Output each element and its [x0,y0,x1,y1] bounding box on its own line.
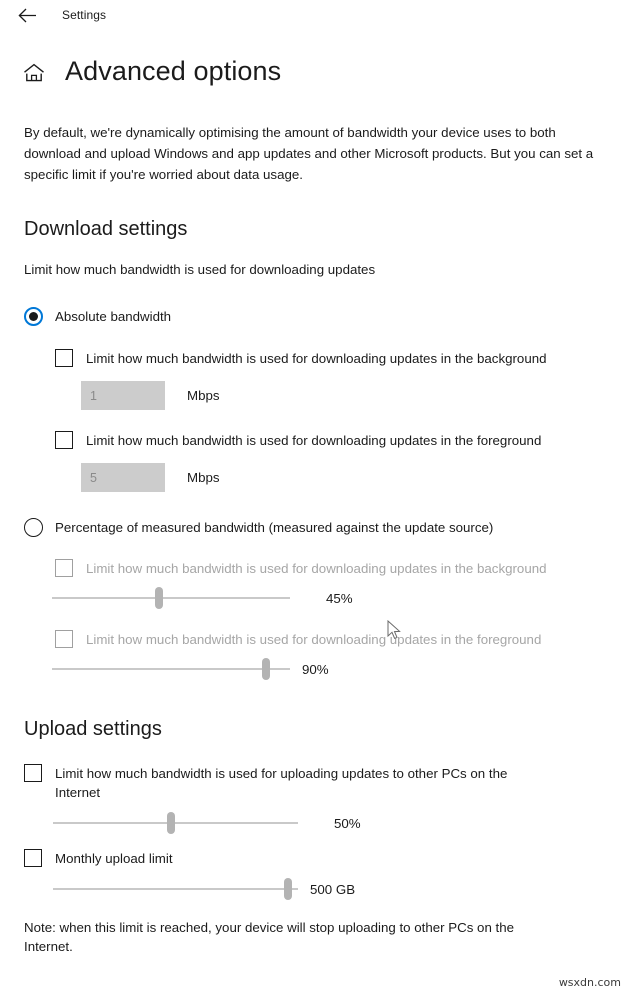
slider-track [52,597,290,599]
checkbox-unchecked-icon [24,764,42,782]
window-title: Settings [62,8,107,22]
settings-content: By default, we're dynamically optimising… [0,122,629,956]
upload-limit-note: Note: when this limit is reached, your d… [24,920,515,954]
slider-thumb[interactable] [155,587,164,609]
page-header: Advanced options [0,51,629,91]
radio-percentage-bandwidth-label: Percentage of measured bandwidth (measur… [55,519,494,535]
slider-upload-internet-value: 50% [334,815,361,831]
checkbox-percentage-foreground[interactable]: Limit how much bandwidth is used for dow… [55,630,605,649]
slider-percentage-background[interactable] [52,585,290,611]
absolute-background-input-row: Mbps [81,381,605,410]
slider-thumb[interactable] [166,812,175,834]
absolute-foreground-input-row: Mbps [81,463,605,492]
radio-selected-icon [24,307,43,326]
checkbox-upload-internet-limit[interactable]: Limit how much bandwidth is used for upl… [24,764,605,802]
slider-percentage-background-value: 45% [326,590,353,606]
checkbox-percentage-background-label: Limit how much bandwidth is used for dow… [86,561,547,576]
checkbox-absolute-foreground-label: Limit how much bandwidth is used for dow… [86,433,542,448]
slider-monthly-upload-value: 500 GB [310,881,356,897]
checkbox-upload-internet-limit-label: Limit how much bandwidth is used for upl… [55,766,508,800]
intro-paragraph: By default, we're dynamically optimising… [24,125,594,182]
checkbox-absolute-background[interactable]: Limit how much bandwidth is used for dow… [55,349,605,368]
absolute-foreground-mbps-input[interactable] [81,463,165,492]
slider-row-upload-internet: 50% [53,810,605,836]
home-icon[interactable] [22,59,46,83]
checkbox-unchecked-icon [55,431,73,449]
slider-row-percentage-background: 45% [52,585,605,611]
checkbox-unchecked-icon [24,849,42,867]
radio-absolute-bandwidth-label: Absolute bandwidth [55,308,172,324]
checkbox-unchecked-disabled-icon [55,630,73,648]
watermark: wsxdn.com [558,976,621,989]
checkbox-absolute-foreground[interactable]: Limit how much bandwidth is used for dow… [55,431,605,450]
slider-thumb[interactable] [262,658,271,680]
upload-settings-heading: Upload settings [24,718,162,740]
slider-track [52,668,290,670]
checkbox-unchecked-icon [55,349,73,367]
slider-percentage-foreground[interactable] [52,656,290,682]
absolute-background-mbps-input[interactable] [81,381,165,410]
absolute-foreground-unit-label: Mbps [187,470,220,485]
checkbox-monthly-upload-limit[interactable]: Monthly upload limit [24,849,605,868]
checkbox-percentage-background[interactable]: Limit how much bandwidth is used for dow… [55,559,605,578]
radio-absolute-bandwidth[interactable]: Absolute bandwidth [24,307,605,326]
checkbox-percentage-foreground-label: Limit how much bandwidth is used for dow… [86,632,542,647]
slider-monthly-upload[interactable] [53,876,298,902]
slider-row-percentage-foreground: 90% [52,656,605,682]
page-title: Advanced options [65,55,282,86]
slider-upload-internet[interactable] [53,810,298,836]
absolute-background-unit-label: Mbps [187,388,220,403]
download-settings-heading: Download settings [24,218,188,240]
download-sub-label: Limit how much bandwidth is used for dow… [24,262,376,277]
slider-thumb[interactable] [284,878,293,900]
title-bar: Settings [0,0,629,30]
checkbox-absolute-background-label: Limit how much bandwidth is used for dow… [86,351,547,366]
radio-percentage-bandwidth[interactable]: Percentage of measured bandwidth (measur… [24,518,605,537]
slider-track [53,888,298,890]
slider-track [53,822,298,824]
back-arrow-icon[interactable] [14,4,40,26]
checkbox-monthly-upload-limit-label: Monthly upload limit [55,851,173,866]
slider-row-monthly-upload: 500 GB [53,876,605,902]
checkbox-unchecked-disabled-icon [55,559,73,577]
radio-unselected-icon [24,518,43,537]
slider-percentage-foreground-value: 90% [302,661,329,677]
